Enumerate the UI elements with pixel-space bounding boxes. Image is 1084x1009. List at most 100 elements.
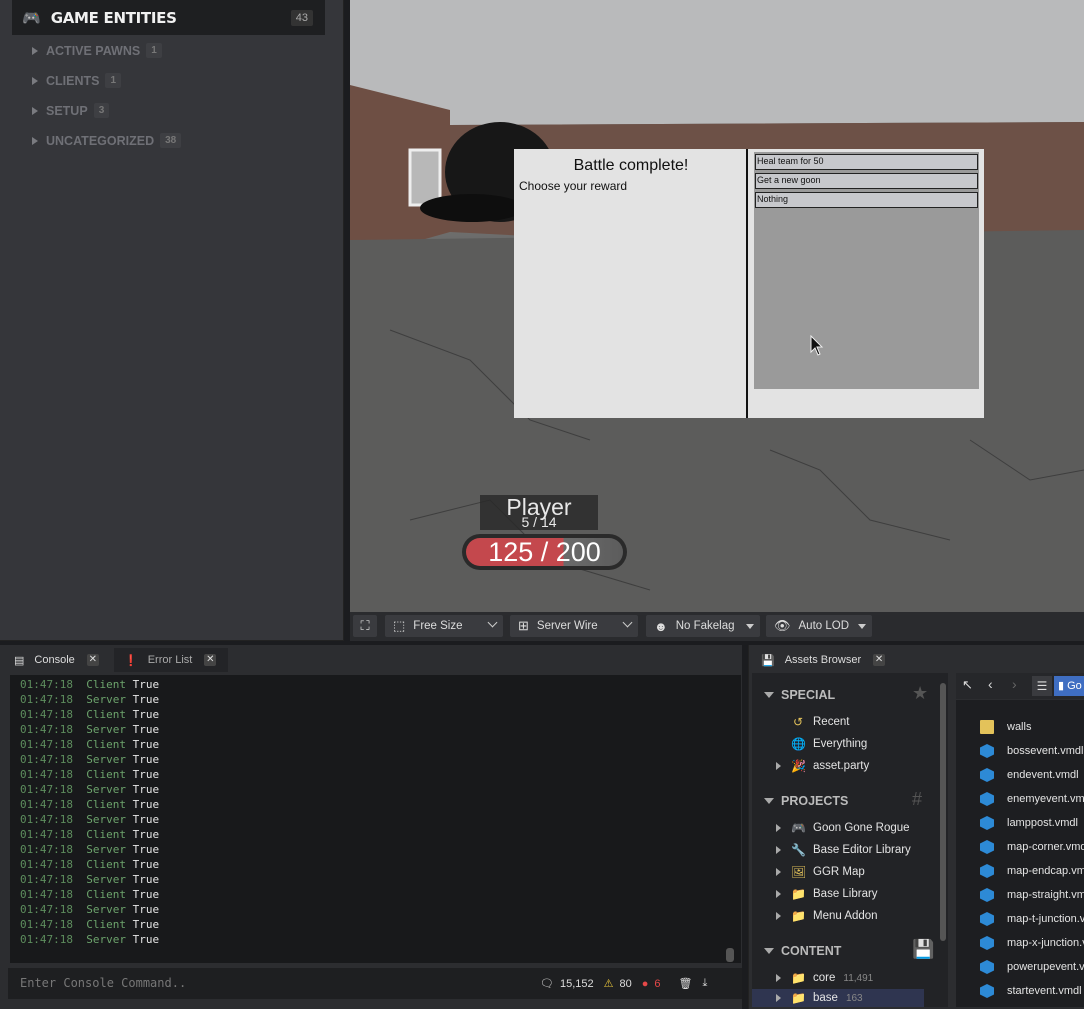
- tree-item-ggr-map[interactable]: 🖼 GGR Map: [776, 863, 865, 881]
- close-icon[interactable]: ✕: [86, 654, 99, 666]
- asset-file-name: map-corner.vmd: [1007, 841, 1084, 853]
- section-special[interactable]: SPECIAL: [764, 688, 835, 702]
- tree-item-core[interactable]: 📁 core 11,491: [776, 969, 873, 987]
- console-value: True: [132, 828, 160, 841]
- fullscreen-button[interactable]: ⛶: [353, 615, 377, 637]
- asset-file-name: map-x-junction.v: [1007, 937, 1084, 949]
- model-icon: [980, 936, 994, 950]
- tree-item-recent[interactable]: ↺ Recent: [776, 713, 849, 731]
- asset-file-item[interactable]: map-t-junction.v: [980, 912, 1084, 926]
- tree-item-base[interactable]: 📁 base 163: [752, 989, 924, 1007]
- tree-item-count: 163: [845, 992, 863, 1004]
- errors-count[interactable]: 6: [654, 978, 660, 990]
- asset-file-item[interactable]: map-corner.vmd: [980, 840, 1084, 854]
- forward-icon[interactable]: ›: [1012, 676, 1017, 692]
- console-line: 01:47:18 Client True: [20, 708, 159, 721]
- asset-file-item[interactable]: map-endcap.vm: [980, 864, 1084, 878]
- back-icon[interactable]: ‹: [988, 676, 993, 692]
- category-uncategorized[interactable]: UNCATEGORIZED 38: [32, 133, 182, 148]
- star-icon: ★: [912, 683, 929, 703]
- asset-file-item[interactable]: bossevent.vmdl: [980, 744, 1083, 758]
- tab-error-list-label: Error List: [147, 654, 193, 666]
- reward-nothing-button[interactable]: Nothing: [755, 192, 978, 208]
- console-timestamp: 01:47:18: [20, 843, 73, 856]
- console-line: 01:47:18 Client True: [20, 738, 159, 751]
- download-icon[interactable]: ⤓: [703, 977, 708, 990]
- category-label: UNCATEGORIZED: [46, 133, 155, 148]
- console-timestamp: 01:47:18: [20, 873, 73, 886]
- tree-item-goon-gone-rogue[interactable]: 🎮 Goon Gone Rogue: [776, 819, 910, 837]
- console-source: Client: [86, 678, 126, 691]
- console-line: 01:47:18 Server True: [20, 783, 159, 796]
- asset-file-item[interactable]: map-straight.vm: [980, 888, 1084, 902]
- asset-file-list: walls bossevent.vmdl endevent.vmdl enemyeve…: [956, 700, 1084, 1007]
- asset-file-item[interactable]: startevent.vmdl: [980, 984, 1082, 998]
- section-projects[interactable]: PROJECTS: [764, 794, 848, 808]
- reward-heal-button[interactable]: Heal team for 50: [755, 154, 978, 170]
- trash-icon[interactable]: 🗑: [679, 977, 693, 990]
- tree-item-everything[interactable]: 🌐 Everything: [776, 735, 867, 753]
- category-active-pawns[interactable]: ACTIVE PAWNS 1: [32, 43, 162, 58]
- console-source: Server: [86, 843, 126, 856]
- asset-file-item[interactable]: walls: [980, 720, 1031, 734]
- close-icon[interactable]: ✕: [204, 654, 217, 666]
- aspect-icon: ⬚: [393, 618, 406, 633]
- tool-icon: 🔧: [791, 843, 806, 857]
- tree-item-count: 11,491: [843, 972, 874, 984]
- tree-item-label: Base Library: [813, 888, 878, 900]
- console-value: True: [132, 798, 160, 811]
- tree-item-menu-addon[interactable]: 📁 Menu Addon: [776, 907, 878, 925]
- asset-file-item[interactable]: lamppost.vmdl: [980, 816, 1078, 830]
- model-icon: [980, 840, 994, 854]
- render-mode-dropdown[interactable]: ⊞ Server Wire: [510, 615, 638, 637]
- console-timestamp: 01:47:18: [20, 783, 73, 796]
- asset-file-item[interactable]: enemyevent.vm: [980, 792, 1084, 806]
- fullscreen-icon: ⛶: [360, 618, 370, 633]
- console-timestamp: 01:47:18: [20, 678, 73, 691]
- tree-scrollbar[interactable]: [940, 683, 946, 941]
- game-entities-header[interactable]: 🎮 GAME ENTITIES 43: [12, 0, 325, 35]
- filter-icon[interactable]: ☰: [1032, 676, 1052, 696]
- console-value: True: [132, 813, 160, 826]
- tab-assets-browser[interactable]: 💾 Assets Browser ✕: [749, 648, 895, 672]
- size-dropdown[interactable]: ⬚ Free Size: [385, 615, 503, 637]
- console-line: 01:47:18 Client True: [20, 768, 159, 781]
- expand-icon: [776, 846, 781, 854]
- tree-item-asset-party[interactable]: 🎉 asset.party: [776, 757, 869, 775]
- close-icon[interactable]: ✕: [873, 654, 886, 666]
- smiley-icon: ☻: [654, 618, 668, 634]
- tree-item-base-library[interactable]: 📁 Base Library: [776, 885, 878, 903]
- reward-goon-button[interactable]: Get a new goon: [755, 173, 978, 189]
- lod-dropdown[interactable]: 👁 Auto LOD: [766, 615, 872, 637]
- console-source: Server: [86, 933, 126, 946]
- messages-count[interactable]: 15,152: [560, 978, 594, 990]
- tree-item-label: core: [813, 972, 836, 984]
- asset-file-item[interactable]: powerupevent.v: [980, 960, 1084, 974]
- console-command-input[interactable]: Enter Console Command..: [8, 968, 532, 999]
- section-label: PROJECTS: [781, 794, 849, 808]
- up-arrow-icon[interactable]: ↖: [962, 677, 973, 693]
- fakelag-dropdown[interactable]: ☻ No Fakelag: [646, 615, 760, 637]
- console-output[interactable]: 01:47:18 Client True 01:47:18 Server True…: [10, 675, 741, 963]
- dialog-title: Battle complete!: [573, 157, 689, 174]
- console-timestamp: 01:47:18: [20, 798, 73, 811]
- tree-item-label: asset.party: [813, 760, 870, 772]
- category-count: 3: [93, 103, 110, 118]
- warnings-count[interactable]: 80: [620, 978, 632, 990]
- tab-error-list[interactable]: ❗ Error List ✕: [114, 648, 228, 672]
- console-timestamp: 01:47:18: [20, 723, 73, 736]
- category-setup[interactable]: SETUP 3: [32, 103, 110, 118]
- console-scrollbar[interactable]: [726, 948, 734, 962]
- expand-icon: [776, 868, 781, 876]
- tab-console[interactable]: ▤ Console ✕: [0, 648, 112, 672]
- dialog-subtitle: Choose your reward: [519, 179, 628, 193]
- console-timestamp: 01:47:18: [20, 813, 73, 826]
- asset-file-item[interactable]: endevent.vmdl: [980, 768, 1079, 782]
- section-content[interactable]: CONTENT: [764, 944, 841, 958]
- category-clients[interactable]: CLIENTS 1: [32, 73, 122, 88]
- tree-item-base-editor-library[interactable]: 🔧 Base Editor Library: [776, 841, 911, 859]
- console-value: True: [132, 678, 160, 691]
- console-line: 01:47:18 Client True: [20, 888, 159, 901]
- breadcrumb[interactable]: ▮ Go: [1054, 676, 1084, 696]
- asset-file-item[interactable]: map-x-junction.v: [980, 936, 1084, 950]
